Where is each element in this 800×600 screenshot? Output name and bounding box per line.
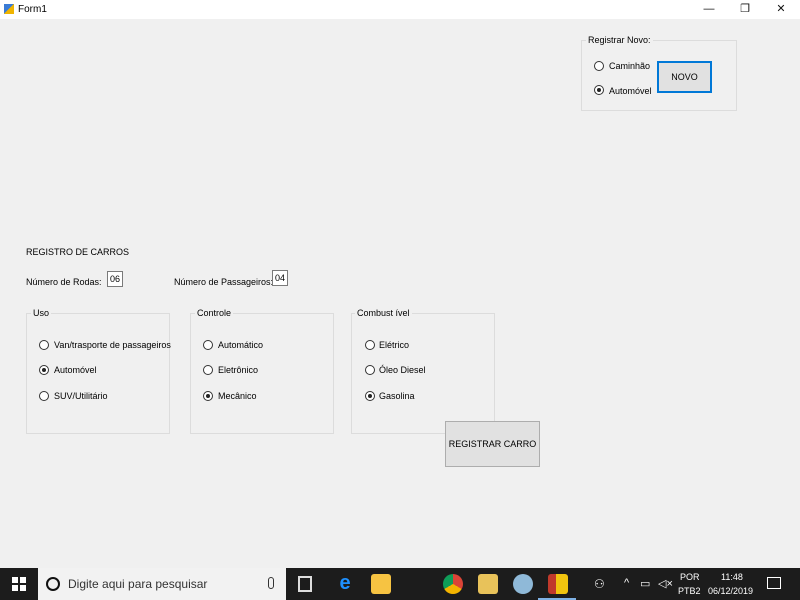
label-eletronico: Eletrônico	[218, 365, 259, 375]
label-suv: SUV/Utilitário	[54, 391, 108, 401]
chevron-up-icon[interactable]: ^	[624, 577, 629, 589]
registrar-novo-legend: Registrar Novo:	[586, 35, 653, 45]
title-bar: Form1 — ❐ ✕	[0, 0, 800, 19]
language-top[interactable]: POR	[680, 572, 700, 582]
rodas-label: Número de Rodas:	[26, 277, 102, 287]
visual-studio-icon[interactable]	[478, 574, 498, 594]
label-diesel: Óleo Diesel	[379, 365, 426, 375]
radio-diesel[interactable]	[365, 365, 375, 375]
people-icon[interactable]: ⚇	[594, 577, 605, 591]
novo-button[interactable]: NOVO	[657, 61, 712, 93]
radio-caminhao[interactable]	[594, 61, 604, 71]
label-gasolina: Gasolina	[379, 391, 415, 401]
edge-icon[interactable]: e	[335, 573, 355, 594]
chrome-icon[interactable]	[443, 574, 463, 594]
radio-eletrico[interactable]	[365, 340, 375, 350]
radio-automovel[interactable]	[39, 365, 49, 375]
combustivel-legend: Combust ível	[355, 308, 412, 318]
radio-automatico[interactable]	[203, 340, 213, 350]
uso-legend: Uso	[31, 308, 52, 318]
label-automatico: Automático	[218, 340, 264, 350]
radio-van[interactable]	[39, 340, 49, 350]
label-mecanico: Mecânico	[218, 391, 257, 401]
app-icon	[4, 4, 14, 14]
volume-muted-icon[interactable]: ◁×	[658, 577, 673, 590]
notifications-icon[interactable]	[767, 577, 781, 589]
radio-suv[interactable]	[39, 391, 49, 401]
minimize-button[interactable]: —	[692, 0, 726, 19]
uso-group	[26, 313, 170, 434]
label-automovel-novo: Automóvel	[609, 86, 652, 96]
search-placeholder: Digite aqui para pesquisar	[68, 577, 208, 591]
window-title: Form1	[18, 4, 47, 15]
registrar-carro-button[interactable]: REGISTRAR CARRO	[445, 421, 540, 467]
taskbar: Digite aqui para pesquisar e ⚇ ^ ▭ ◁× PO…	[0, 568, 800, 600]
restore-button[interactable]: ❐	[728, 0, 762, 19]
rodas-input[interactable]: 06	[107, 271, 123, 287]
paint-icon[interactable]	[513, 574, 533, 594]
radio-eletronico[interactable]	[203, 365, 213, 375]
label-van: Van/trasporte de passageiros	[54, 340, 171, 350]
network-icon[interactable]: ▭	[640, 577, 650, 590]
label-automovel: Automóvel	[54, 365, 97, 375]
file-explorer-icon[interactable]	[371, 574, 391, 594]
controle-legend: Controle	[195, 308, 234, 318]
close-button[interactable]: ✕	[764, 0, 798, 19]
controle-group	[190, 313, 334, 434]
search-box[interactable]: Digite aqui para pesquisar	[38, 568, 286, 600]
label-eletrico: Elétrico	[379, 340, 410, 350]
cortana-icon	[46, 577, 60, 591]
clock-date[interactable]: 06/12/2019	[708, 586, 753, 596]
windows-start-icon[interactable]	[12, 577, 26, 591]
label-caminhao: Caminhão	[609, 61, 651, 71]
passageiros-input[interactable]: 04	[272, 270, 288, 286]
radio-gasolina[interactable]	[365, 391, 375, 401]
microphone-icon[interactable]	[268, 577, 274, 589]
radio-automovel-novo[interactable]	[594, 85, 604, 95]
clock-time[interactable]: 11:48	[721, 572, 743, 582]
registro-heading: REGISTRO DE CARROS	[26, 247, 130, 257]
radio-mecanico[interactable]	[203, 391, 213, 401]
form1-app-icon[interactable]	[548, 574, 568, 594]
passageiros-label: Número de Passageiros:	[174, 277, 274, 287]
language-bottom[interactable]: PTB2	[678, 586, 701, 596]
task-view-icon[interactable]	[298, 576, 312, 592]
